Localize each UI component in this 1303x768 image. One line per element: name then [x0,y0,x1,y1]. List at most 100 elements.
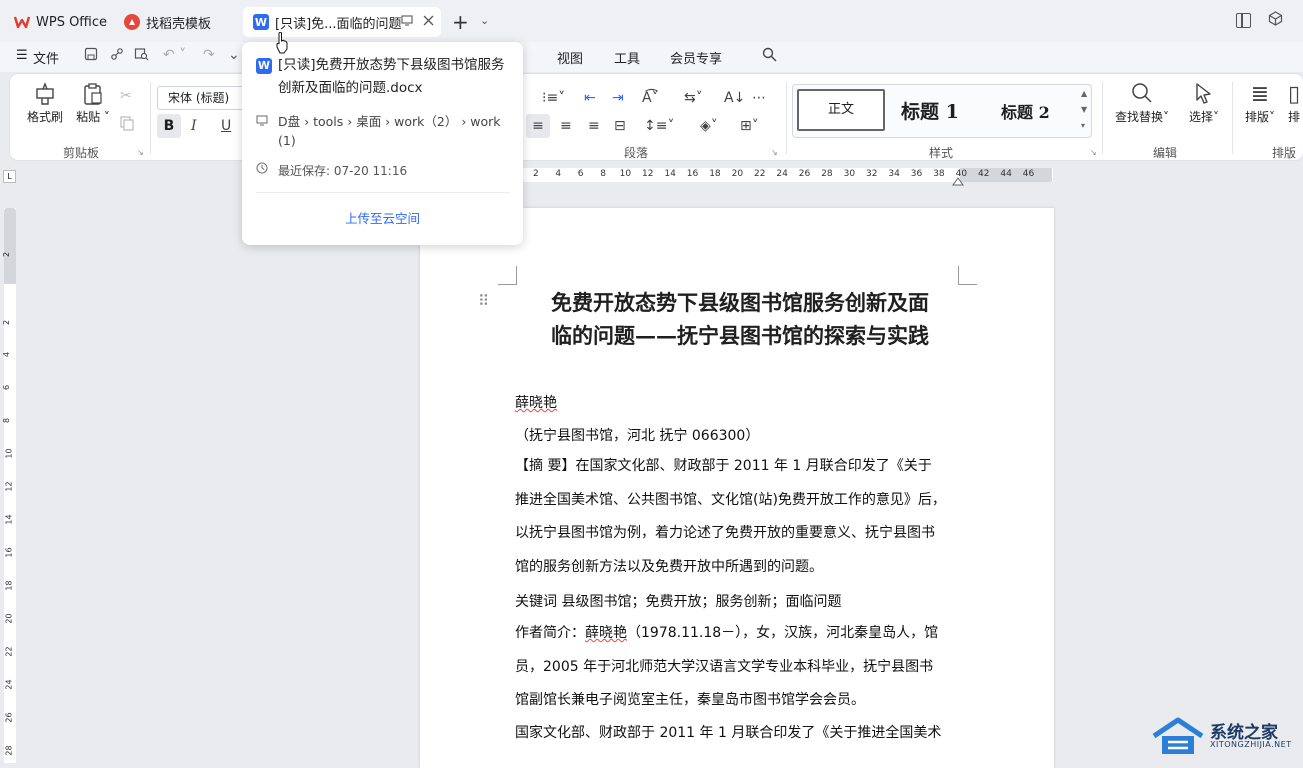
monitor-icon [256,115,268,129]
expand-gallery-icon[interactable]: ▾ [1081,121,1085,130]
ruler-number: 10 [4,448,14,459]
redo-icon[interactable]: ↷ [203,47,215,63]
format-painter-label: 格式刷 [26,110,63,124]
decrease-indent-icon[interactable]: ⇤ [584,90,596,106]
drag-handle-icon[interactable]: ⠿ [478,292,489,310]
scroll-down-icon[interactable]: ▼ [1081,105,1087,114]
close-icon[interactable] [423,15,434,29]
margin-corner-mark [958,266,977,285]
styles-group-label: 样式 [929,146,954,160]
dialog-launcher-icon[interactable]: ↘ [771,148,778,157]
ruler-top-margin [4,208,16,284]
paste-button[interactable]: 粘贴 ˅ [72,82,114,125]
print-preview-icon[interactable] [134,47,149,65]
character-scale-icon[interactable]: A͡˅ [642,90,659,106]
sort-icon[interactable]: A↓ [724,90,745,106]
text-line: 推进全国美术馆、公共图书馆、文化馆(站)免费开放工作的意见》后， [515,491,946,508]
cut-icon[interactable]: ✂ [120,88,132,104]
text-line: 馆的服务创新方法以及免费开放中所遇到的问题。 [515,558,823,575]
dialog-launcher-icon[interactable]: ↘ [137,148,144,157]
align-center-icon[interactable]: ≡ [560,118,572,134]
save-icon[interactable] [84,47,98,65]
tab-stop-selector[interactable]: L [3,170,16,183]
justify-icon[interactable]: ≡ [588,118,600,134]
menu-member[interactable]: 会员专享 [670,48,722,67]
writer-doc-icon: W [253,14,269,30]
tab-current-document[interactable]: W [只读]免...面临的问题 [243,7,441,37]
align-left-button[interactable]: ≡ [526,114,550,138]
underline-button[interactable]: U [221,118,231,134]
popup-last-saved: 最近保存: 07-20 11:16 [278,164,408,178]
chevron-down-icon[interactable]: ⌄ [480,14,489,27]
share-icon[interactable] [110,47,124,65]
menu-view[interactable]: 视图 [557,48,583,67]
right-indent-marker-icon[interactable] [952,176,964,186]
borders-icon[interactable]: ⊞˅ [740,118,759,134]
increase-indent-icon[interactable]: ⇥ [612,90,624,106]
ruler-number: 22 [754,169,766,179]
ruler-number: 36 [910,169,923,179]
ruler-number: 24 [4,679,14,690]
italic-button[interactable]: I [191,118,197,134]
author-name: 薛晓艳 [515,392,960,412]
scroll-up-icon[interactable]: ▲ [1081,89,1087,98]
show-marks-icon[interactable]: ⋯ [752,90,766,106]
copy-icon[interactable] [120,116,134,135]
text-line: 以抚宁县图书馆为例，着力论述了免费开放的重要意义、抚宁县图书 [515,525,935,541]
monitor-icon[interactable] [401,15,413,29]
ruler-number: 42 [978,169,990,179]
watermark: 系统之家 XITONGZHIJIA.NET [1150,712,1303,763]
numbered-list-icon[interactable]: ⁝≡˅ [542,90,565,106]
menu-file[interactable]: 文件 [33,48,59,67]
ruler-number: 18 [4,580,14,591]
popup-file-path[interactable]: D盘 › tools › 桌面 › work（2） › work (1) [278,112,510,150]
group-separator [786,82,787,154]
ruler-number: 8 [600,169,606,179]
line-spacing-icon[interactable]: ↕≡˅ [644,118,674,134]
cube-icon[interactable] [1268,11,1283,30]
shading-icon[interactable]: ◈˅ [700,118,718,134]
text-direction-icon[interactable]: ⇆˅ [684,90,703,106]
ribbon: 格式刷 粘贴 ˅ ✂ 剪贴板 ↘ 宋体 (标题) B I U ⁝≡˅ ⇤ ⇥ A… [10,74,1303,160]
ruler-number: 44 [1000,169,1012,179]
format-painter-button[interactable]: 格式刷 [24,82,66,125]
menu-tools[interactable]: 工具 [614,48,640,67]
menu-bar: ☰ 文件 ↶ ˅ ↷ ⌄ 视图 工具 会员专享 [0,42,1303,72]
search-icon [1110,82,1174,108]
select-button[interactable]: 选择˅ [1180,82,1228,125]
undo-icon[interactable]: ↶ ˅ [163,47,186,63]
body-paragraph: 国家文化部、财政部于 2011 年 1 月联合印发了《关于推进全国美术 [515,717,960,751]
dialog-launcher-icon[interactable]: ↘ [1090,148,1097,157]
document-title: 免费开放态势下县级图书馆服务创新及面 临的问题——抚宁县图书馆的探索与实践 [520,286,960,352]
wps-logo-icon [14,14,30,30]
search-icon[interactable] [762,47,777,66]
style-heading-2[interactable]: 标题 2 [1001,99,1050,123]
upload-to-cloud-link[interactable]: 上传至云空间 [242,208,523,227]
bold-button[interactable]: B [157,114,181,138]
paragraph-group-label: 段落 [624,146,649,160]
arrange-more-label: 排 [1288,110,1301,124]
cursor-arrow-icon [1180,82,1228,108]
author-name-text: 薛晓艳 [515,395,557,411]
find-replace-button[interactable]: 查找替换˅ [1110,82,1174,125]
style-heading-1[interactable]: 标题 1 [901,97,959,124]
new-tab-plus-icon[interactable]: + [452,10,469,34]
ruler-number: 2 [533,169,539,179]
ruler-number: 14 [664,169,676,179]
ruler-number: 38 [933,169,945,179]
window-layout-icon[interactable] [1236,13,1251,28]
arrange-button[interactable]: ≣ 排版˅ [1238,82,1282,125]
tab-docer-templates[interactable]: 找稻壳模板 [114,7,238,37]
arrange-more-button[interactable]: ▯ 排 [1288,82,1303,125]
style-normal[interactable]: 正文 [797,89,885,131]
hamburger-menu-icon[interactable]: ☰ [16,48,28,63]
tab-wps-office[interactable]: WPS Office [4,7,110,37]
author-affiliation: （抚宁县图书馆，河北 抚宁 066300） [515,428,760,444]
more-chevron-icon[interactable]: ⌄ [228,47,240,63]
distributed-align-icon[interactable]: ⊟ [614,118,626,134]
ruler-number: 24 [776,169,788,179]
ruler-number: 6 [577,169,584,179]
ruler-number: 10 [619,169,632,179]
author-bio-paragraph: 作者简介：薛晓艳（1978.11.18－），女，汉族，河北秦皇岛人，馆 员，20… [515,617,960,718]
style-gallery: 正文 标题 1 标题 2 ▲ ▼ ▾ [792,84,1092,138]
